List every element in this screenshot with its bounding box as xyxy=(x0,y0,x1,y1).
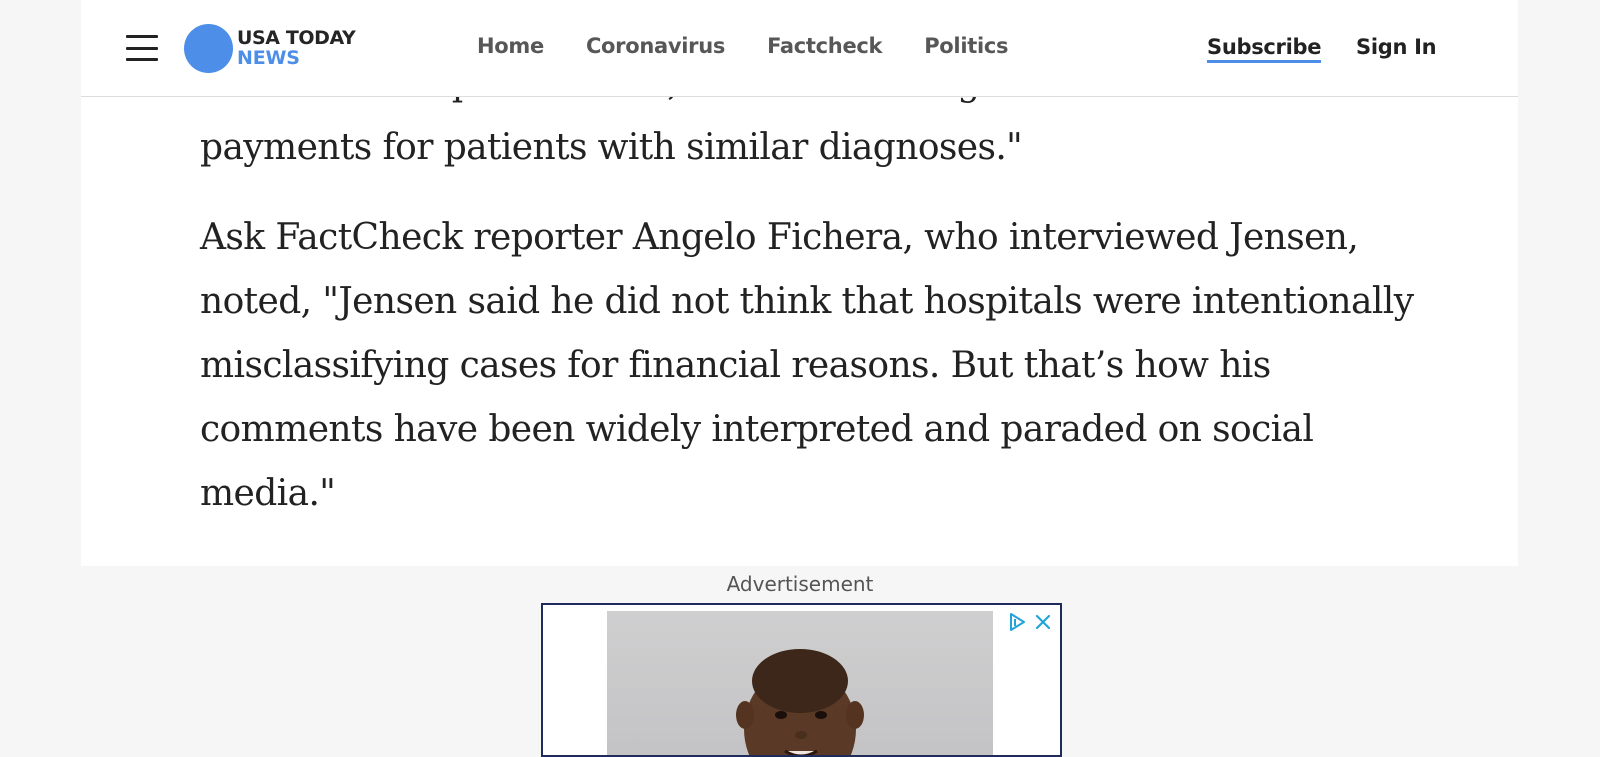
nav-home[interactable]: Home xyxy=(477,34,544,58)
subscribe-link[interactable]: Subscribe xyxy=(1207,35,1321,63)
logo-line-1: USA TODAY xyxy=(237,27,356,49)
nav-factcheck[interactable]: Factcheck xyxy=(767,34,882,58)
site-header: USA TODAY NEWS Home Coronavirus Factchec… xyxy=(81,0,1518,97)
logo-circle-icon xyxy=(184,23,233,73)
nav-politics[interactable]: Politics xyxy=(924,34,1008,58)
adchoices-icon[interactable] xyxy=(1004,609,1030,635)
ad-container[interactable] xyxy=(541,603,1062,757)
previous-line-2: payments for patients with similar diagn… xyxy=(200,127,1023,168)
close-icon[interactable] xyxy=(1030,609,1056,635)
article-paragraph: Ask FactCheck reporter Angelo Fichera, w… xyxy=(200,217,1414,514)
logo-text: USA TODAY NEWS xyxy=(237,27,356,69)
ad-controls xyxy=(1004,609,1056,635)
baby-photo-icon xyxy=(736,649,864,755)
advertisement-label: Advertisement xyxy=(726,572,874,596)
ad-image[interactable] xyxy=(607,611,993,755)
site-logo[interactable]: USA TODAY NEWS xyxy=(184,23,356,73)
main-nav: Home Coronavirus Factcheck Politics xyxy=(477,34,1050,58)
nav-coronavirus[interactable]: Coronavirus xyxy=(586,34,725,58)
logo-line-2: NEWS xyxy=(237,47,300,69)
menu-icon[interactable] xyxy=(126,35,158,61)
sign-in-link[interactable]: Sign In xyxy=(1356,35,1437,59)
